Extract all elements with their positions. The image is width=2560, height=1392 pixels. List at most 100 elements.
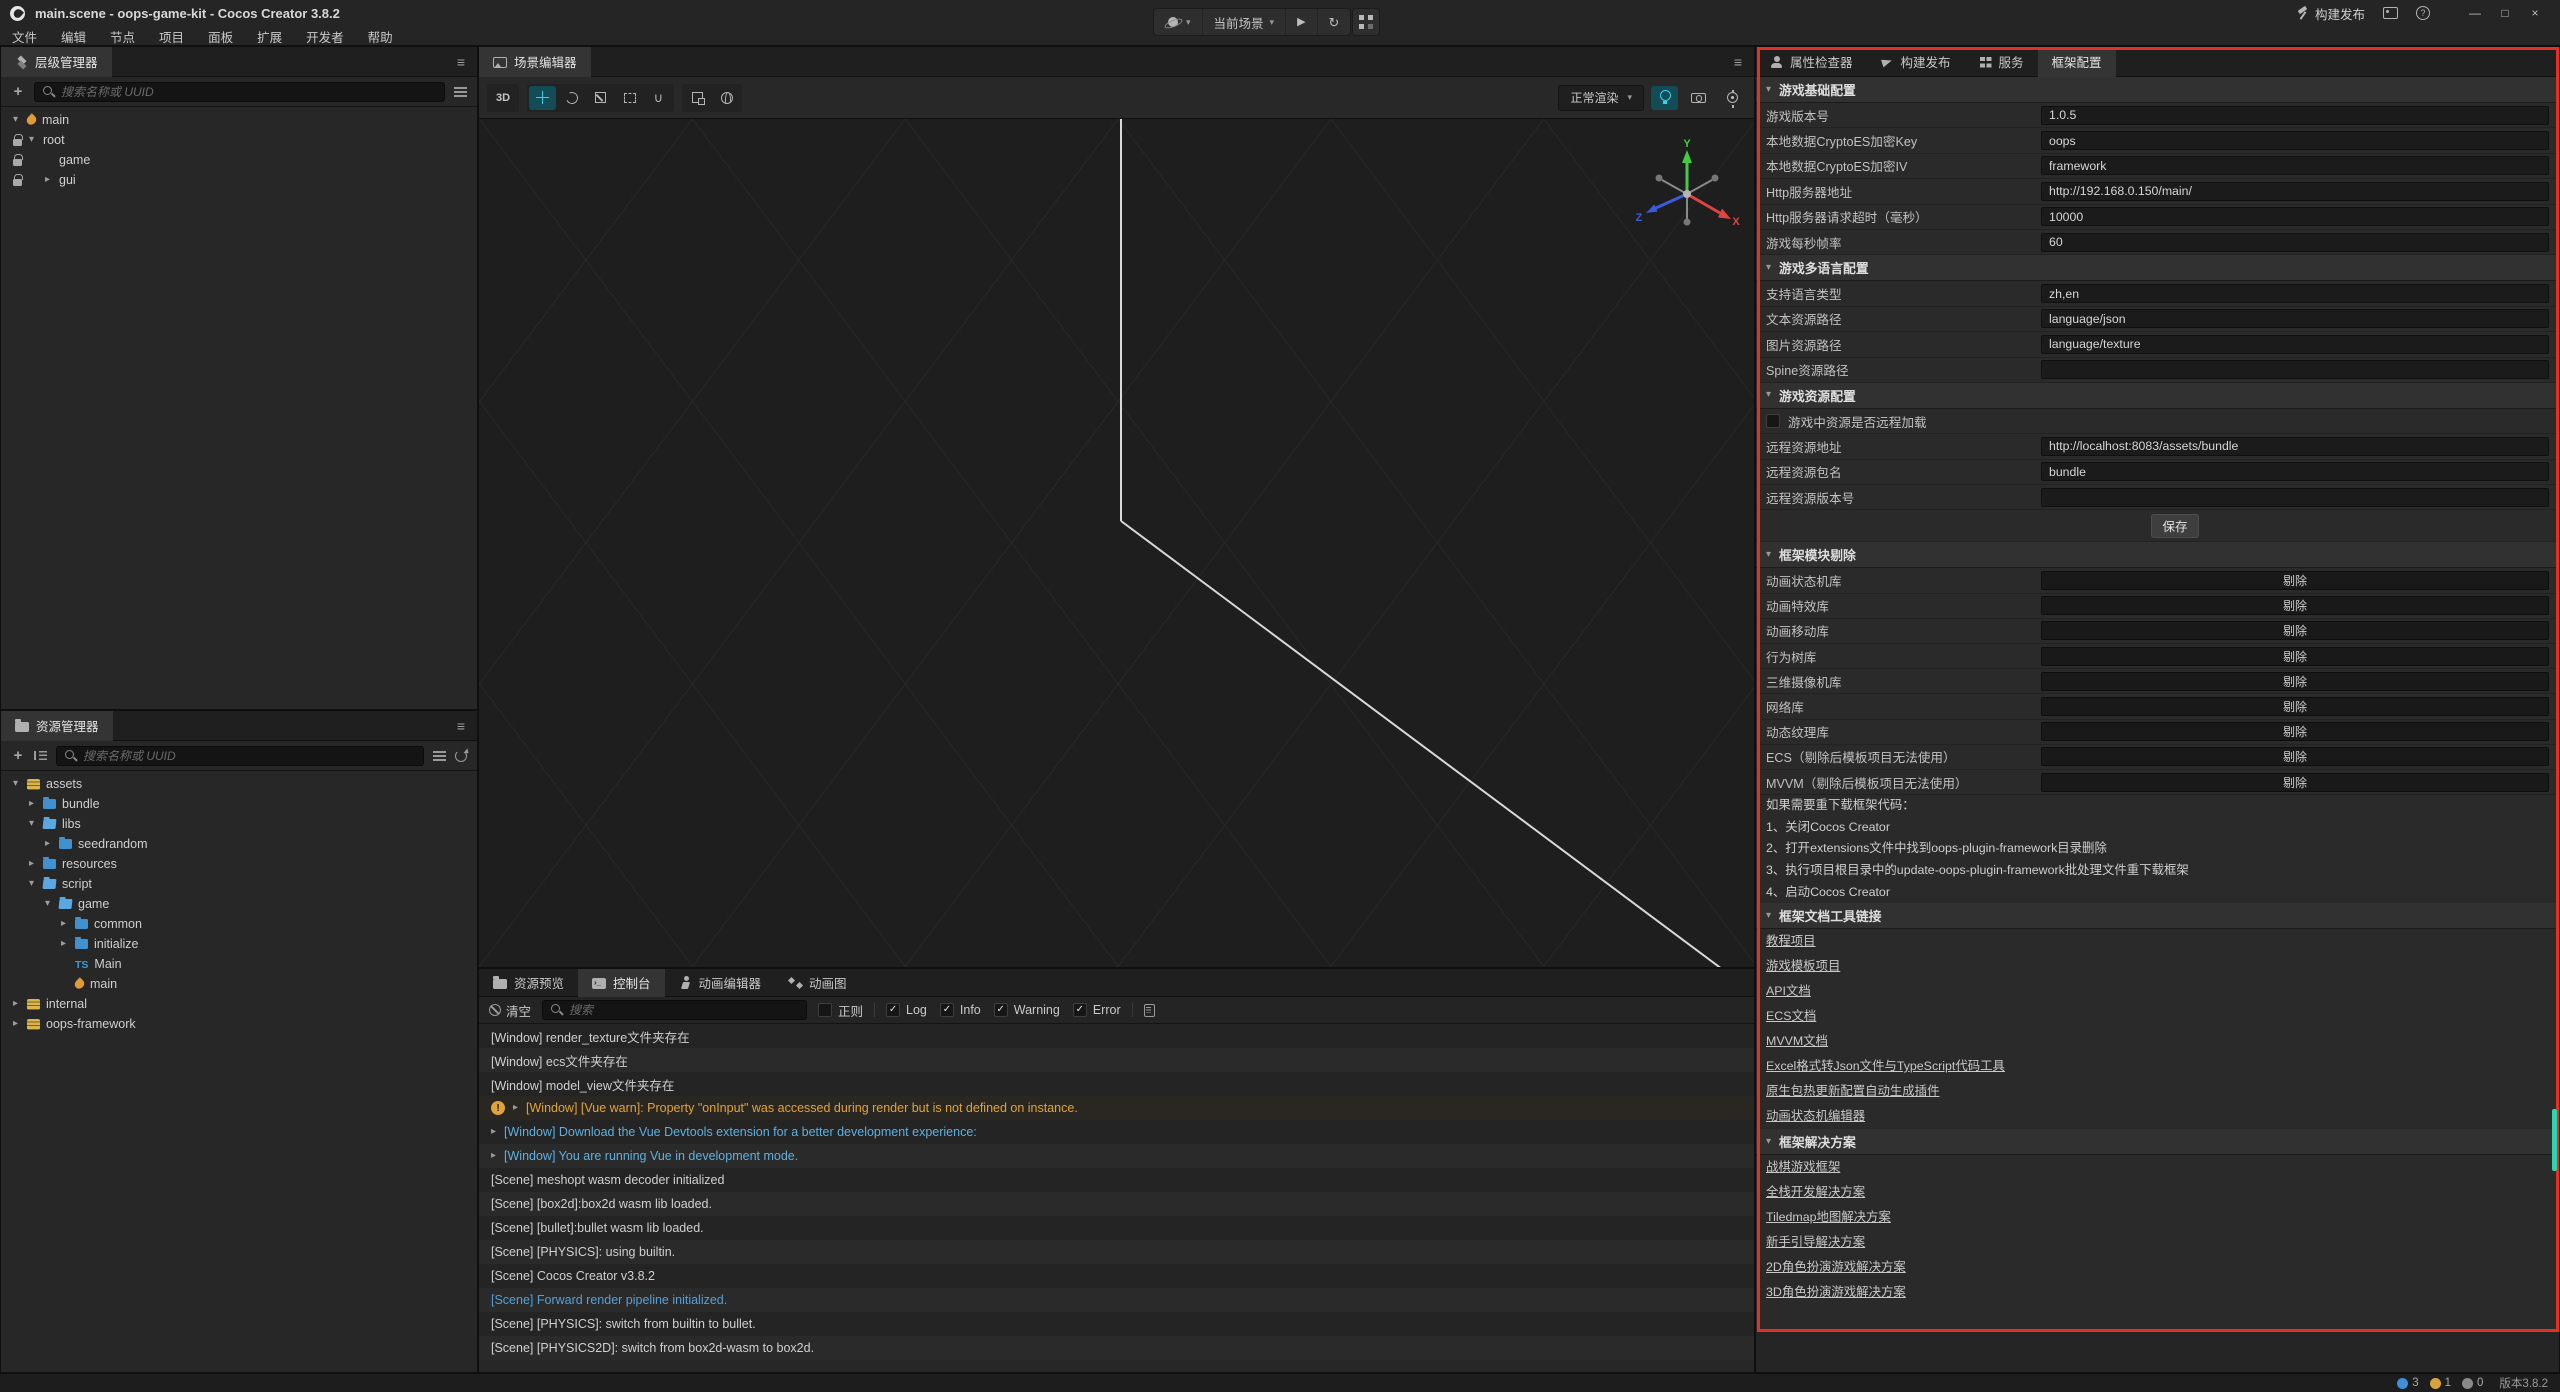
section-header-solutions[interactable]: ▾ 框架解决方案 xyxy=(1756,1129,2559,1155)
scrollbar-thumb[interactable] xyxy=(2552,1109,2557,1171)
asset-node[interactable]: initialize xyxy=(1,934,477,954)
remove-module-button[interactable]: 剔除 xyxy=(2041,647,2549,666)
field-input[interactable] xyxy=(2041,182,2549,201)
regex-checkbox[interactable]: ✓ 正则 xyxy=(818,1001,863,1020)
doc-link[interactable]: 游戏模板项目 xyxy=(1766,954,1840,979)
menu-item[interactable]: 编辑 xyxy=(61,27,86,46)
field-input[interactable] xyxy=(2041,233,2549,252)
field-input[interactable] xyxy=(2041,488,2549,507)
tab-assets[interactable]: 资源管理器 xyxy=(1,711,113,741)
console-log-row[interactable]: ▸ [Scene] [bullet]:bullet wasm lib loade… xyxy=(479,1216,1754,1240)
console-log-row[interactable]: ▸ [Scene] Cocos Creator v3.8.2 xyxy=(479,1264,1754,1288)
remove-module-button[interactable]: 剔除 xyxy=(2041,697,2549,716)
solution-link[interactable]: 战棋游戏框架 xyxy=(1766,1155,1840,1180)
console-log-row[interactable]: ▸ [Window] You are running Vue in develo… xyxy=(479,1144,1754,1168)
console-log-row[interactable]: ▸ [Window] model_view文件夹存在 xyxy=(479,1072,1754,1096)
console-log-row[interactable]: ▸ [Window] [Vue warn]: Property "onInput… xyxy=(479,1096,1754,1120)
hierarchy-node[interactable]: gui xyxy=(1,170,477,190)
console-log-row[interactable]: ▸ [Scene] [PHYSICS]: switch from builtin… xyxy=(479,1312,1754,1336)
remove-module-button[interactable]: 剔除 xyxy=(2041,571,2549,590)
console-tab[interactable]: 资源预览 xyxy=(479,969,578,997)
asset-node[interactable]: resources xyxy=(1,854,477,874)
lighting-toggle-button[interactable] xyxy=(1651,86,1678,110)
render-mode-dropdown[interactable]: 正常渲染▾ xyxy=(1558,85,1644,111)
console-log-row[interactable]: ▸ [Window] ecs文件夹存在 xyxy=(479,1048,1754,1072)
inspector-tab[interactable]: 属性检查器 xyxy=(1756,47,1867,77)
expand-chevron-icon[interactable] xyxy=(29,879,43,889)
menu-item[interactable]: 扩展 xyxy=(257,27,282,46)
expand-chevron-icon[interactable] xyxy=(29,819,43,829)
doc-link[interactable]: 原生包热更新配置自动生成插件 xyxy=(1766,1079,1939,1104)
section-header-resources[interactable]: ▾ 游戏资源配置 xyxy=(1756,383,2559,409)
console-tab[interactable]: 动画图 xyxy=(775,969,861,997)
rect-tool-button[interactable] xyxy=(616,86,643,110)
console-log-row[interactable]: ▸ [Scene] [box2d]:box2d wasm lib loaded. xyxy=(479,1192,1754,1216)
log-filter-checkbox[interactable]: ✓ Info xyxy=(940,1003,981,1017)
expand-chevron-icon[interactable] xyxy=(13,999,27,1009)
remove-module-button[interactable]: 剔除 xyxy=(2041,773,2549,792)
solution-link[interactable]: 2D角色扮演游戏解决方案 xyxy=(1766,1255,1906,1280)
log-filter-checkbox[interactable]: ✓ Log xyxy=(886,1003,927,1017)
expand-chevron-icon[interactable] xyxy=(45,175,59,185)
hierarchy-node[interactable]: game xyxy=(1,150,477,170)
expand-chevron-icon[interactable]: ▸ xyxy=(491,1151,496,1161)
panel-menu-icon[interactable]: ≡ xyxy=(445,718,477,734)
refresh-icon[interactable] xyxy=(455,750,467,762)
scene-settings-button[interactable] xyxy=(1719,86,1746,110)
expand-chevron-icon[interactable] xyxy=(13,1019,27,1029)
preview-qr-button[interactable] xyxy=(1352,8,1380,36)
solution-link[interactable]: 全栈开发解决方案 xyxy=(1766,1180,1865,1205)
solution-link[interactable]: 3D角色扮演游戏解决方案 xyxy=(1766,1280,1906,1305)
inspector-tab[interactable]: 服务 xyxy=(1965,47,2038,77)
expand-chevron-icon[interactable] xyxy=(45,839,59,849)
filter-icon[interactable] xyxy=(454,87,467,97)
preview-platform-button[interactable]: ▾ xyxy=(1154,9,1203,35)
field-input[interactable] xyxy=(2041,309,2549,328)
console-tab[interactable]: 控制台 xyxy=(578,969,665,997)
asset-node[interactable]: game xyxy=(1,894,477,914)
log-filter-checkbox[interactable]: ✓ Warning xyxy=(994,1003,1060,1017)
close-button[interactable]: × xyxy=(2522,6,2548,20)
move-tool-button[interactable] xyxy=(529,86,556,110)
console-log-row[interactable]: ▸ [Scene] [PHYSICS2D]: switch from box2d… xyxy=(479,1336,1754,1360)
expand-chevron-icon[interactable] xyxy=(13,779,27,789)
solution-link[interactable]: Tiledmap地图解决方案 xyxy=(1766,1205,1891,1230)
section-header-basic[interactable]: ▾ 游戏基础配置 xyxy=(1756,77,2559,103)
console-log-row[interactable]: ▸ [Scene] Forward render pipeline initia… xyxy=(479,1288,1754,1312)
panel-menu-icon[interactable]: ≡ xyxy=(445,54,477,70)
asset-node[interactable]: main xyxy=(1,974,477,994)
doc-link[interactable]: 动画状态机编辑器 xyxy=(1766,1104,1865,1129)
open-log-file-icon[interactable] xyxy=(1144,1004,1155,1017)
anchor-tool-button[interactable]: ∪ xyxy=(645,86,672,110)
maximize-button[interactable]: □ xyxy=(2492,6,2518,20)
menu-item[interactable]: 帮助 xyxy=(368,27,393,46)
section-header-modules[interactable]: ▾ 框架模块剔除 xyxy=(1756,542,2559,568)
add-asset-button[interactable]: + xyxy=(11,748,25,763)
remove-module-button[interactable]: 剔除 xyxy=(2041,722,2549,741)
asset-node[interactable]: internal xyxy=(1,994,477,1014)
asset-node[interactable]: libs xyxy=(1,814,477,834)
field-input[interactable] xyxy=(2041,335,2549,354)
asset-node[interactable]: Main xyxy=(1,954,477,974)
field-input[interactable] xyxy=(2041,462,2549,481)
scene-viewport[interactable]: Y X Z xyxy=(479,119,1754,967)
console-log-row[interactable]: ▸ [Window] Download the Vue Devtools ext… xyxy=(479,1120,1754,1144)
expand-chevron-icon[interactable] xyxy=(13,115,27,125)
hierarchy-node[interactable]: main xyxy=(1,110,477,130)
field-input[interactable] xyxy=(2041,106,2549,125)
asset-node[interactable]: oops-framework xyxy=(1,1014,477,1034)
rotate-tool-button[interactable] xyxy=(558,86,585,110)
status-count-badge[interactable]: 1 xyxy=(2430,1377,2451,1389)
menu-item[interactable]: 面板 xyxy=(208,27,233,46)
add-node-button[interactable]: + xyxy=(11,84,25,99)
scale-tool-button[interactable] xyxy=(587,86,614,110)
console-log-row[interactable]: ▸ [Scene] [PHYSICS]: using builtin. xyxy=(479,1240,1754,1264)
field-input[interactable] xyxy=(2041,360,2549,379)
asset-node[interactable]: seedrandom xyxy=(1,834,477,854)
console-tab[interactable]: 动画编辑器 xyxy=(665,969,776,997)
doc-link[interactable]: ECS文档 xyxy=(1766,1004,1816,1029)
solution-link[interactable]: 新手引导解决方案 xyxy=(1766,1230,1865,1255)
section-header-i18n[interactable]: ▾ 游戏多语言配置 xyxy=(1756,255,2559,281)
console-search-input[interactable] xyxy=(569,1003,798,1017)
tab-scene-editor[interactable]: 场景编辑器 xyxy=(479,47,591,77)
